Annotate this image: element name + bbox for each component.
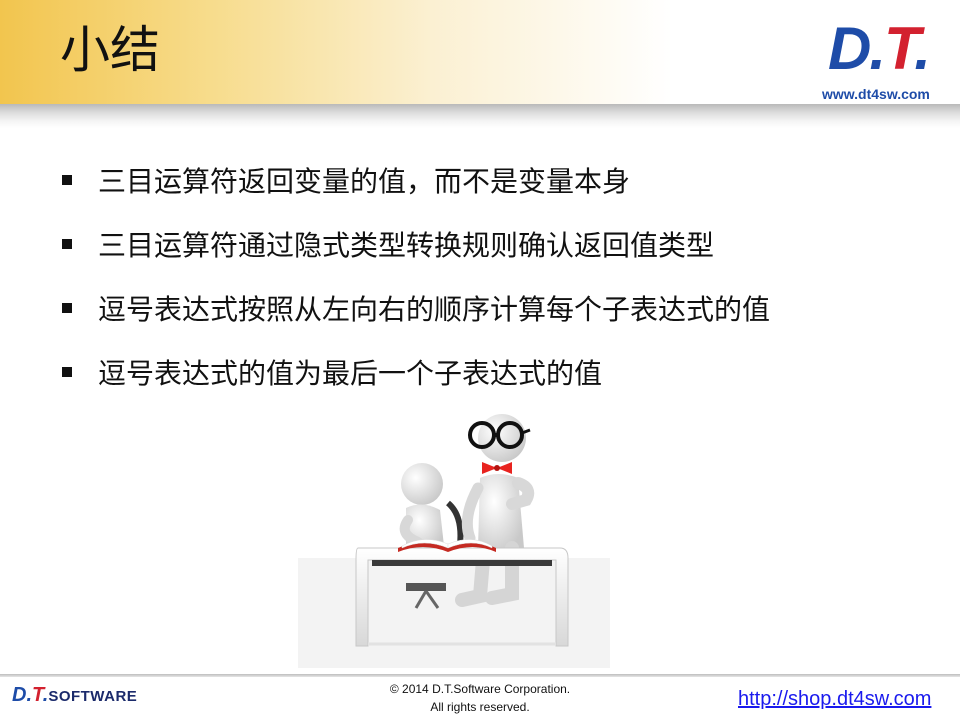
bullet-item: 逗号表达式的值为最后一个子表达式的值 [60, 352, 602, 392]
shop-link[interactable]: http://shop.dt4sw.com [738, 688, 931, 711]
bullet-square-icon [62, 239, 72, 249]
bullet-item: 三目运算符返回变量的值，而不是变量本身 [60, 160, 630, 200]
reading-figures-illustration [298, 414, 610, 668]
copyright-notice: © 2014 D.T.Software Corporation. All rig… [389, 682, 571, 714]
dt-logo: D.T. [828, 15, 931, 82]
footer-dt-software-logo: D.T.SOFTWARE [12, 684, 138, 706]
bullet-item: 逗号表达式按照从左向右的顺序计算每个子表达式的值 [60, 288, 770, 328]
bullet-square-icon [62, 175, 72, 185]
slide-title: 小结 [60, 21, 160, 79]
logo-url: www.dt4sw.com [822, 86, 930, 102]
header-shadow [0, 104, 960, 128]
bullet-square-icon [62, 303, 72, 313]
bullet-square-icon [62, 367, 72, 377]
footer-divider [0, 674, 960, 677]
bullet-item: 三目运算符通过隐式类型转换规则确认返回值类型 [60, 224, 714, 264]
